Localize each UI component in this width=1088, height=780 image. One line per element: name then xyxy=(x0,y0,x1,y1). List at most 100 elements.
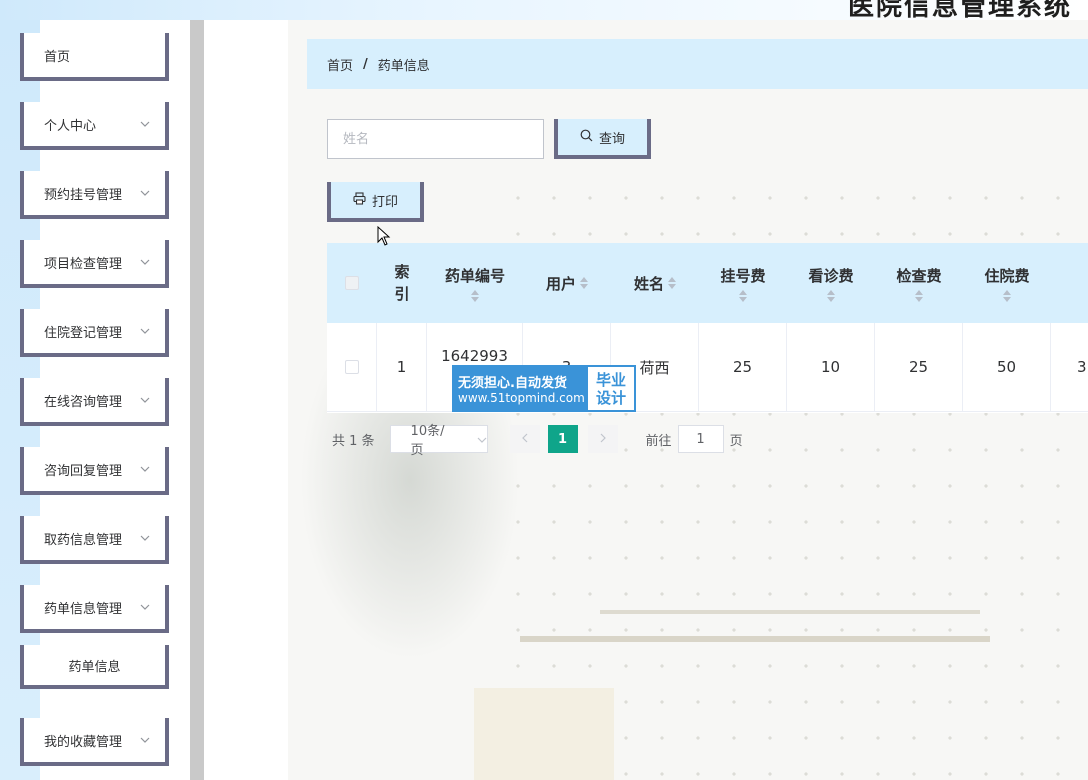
column-header-label: 检查费 xyxy=(896,266,942,285)
column-header-registration-fee[interactable]: 挂号费 xyxy=(699,243,787,323)
sidebar-subitem-prescription-info[interactable]: 药单信息 xyxy=(20,645,169,689)
column-header-label: 姓名 xyxy=(633,274,664,293)
breadcrumb-separator: / xyxy=(363,56,368,72)
sidebar-item-label: 项目检查管理 xyxy=(44,256,123,272)
watermark-right-top: 毕业 xyxy=(595,370,626,389)
header-select-all[interactable] xyxy=(327,243,377,323)
sidebar-gutter xyxy=(204,20,288,780)
column-header-label: 药单编号 xyxy=(444,266,505,285)
sort-icon[interactable] xyxy=(1003,289,1011,302)
top-header: 医院信息管理系统 xyxy=(0,0,1088,22)
sort-icon[interactable] xyxy=(471,289,479,302)
sort-icon[interactable] xyxy=(915,289,923,302)
column-header-label: 住院费 xyxy=(984,266,1030,285)
watermark-line1: 无须担心.自动发货 xyxy=(458,376,567,391)
column-header-index: 索 引 xyxy=(394,263,410,303)
chevron-down-icon xyxy=(137,116,153,132)
pagination-total: 共 1 条 xyxy=(332,433,375,449)
sidebar-item-favorites[interactable]: 我的收藏管理 xyxy=(20,718,169,766)
sidebar-item-label: 个人中心 xyxy=(44,118,97,134)
pagination: 共 1 条 10条/页 1 前往 页 xyxy=(332,424,743,458)
sidebar-item-admission[interactable]: 住院登记管理 xyxy=(20,309,169,357)
page-suffix: 页 xyxy=(729,433,743,449)
sidebar-item-label: 住院登记管理 xyxy=(44,325,123,341)
breadcrumb-current: 药单信息 xyxy=(377,58,430,74)
chevron-down-icon xyxy=(137,392,153,408)
cell-exam-fee: 25 xyxy=(875,323,963,411)
column-header-user[interactable]: 用户 xyxy=(523,243,611,323)
cell-registration-fee: 25 xyxy=(699,323,787,411)
column-header-name[interactable]: 姓名 xyxy=(611,243,699,323)
watermark-badge: 无须担心.自动发货 www.51topmind.com 毕业 设计 xyxy=(452,365,636,412)
page-size-select[interactable]: 10条/页 xyxy=(389,424,488,458)
watermark-right-bottom: 设计 xyxy=(595,388,626,407)
breadcrumb: 首页 / 药单信息 xyxy=(307,39,1088,89)
sidebar-item-pickup[interactable]: 取药信息管理 xyxy=(20,516,169,564)
chevron-down-icon xyxy=(137,599,153,615)
sidebar-item-label: 在线咨询管理 xyxy=(44,394,123,410)
sidebar-item-label: 首页 xyxy=(44,49,71,65)
goto-page-input[interactable] xyxy=(677,425,724,453)
shelf-decoration xyxy=(600,610,980,614)
row-select-cell[interactable] xyxy=(327,323,377,411)
search-button[interactable]: 查询 xyxy=(554,119,651,159)
cell-medicine-fee: 3 xyxy=(1051,323,1088,411)
goto-label: 前往 xyxy=(645,433,672,449)
column-header-medicine-fee[interactable]: 药 xyxy=(1051,243,1088,323)
chevron-down-icon xyxy=(137,323,153,339)
column-header-label: 挂号费 xyxy=(720,266,766,285)
print-button-label: 打印 xyxy=(371,194,398,210)
sidebar-item-prescription[interactable]: 药单信息管理 xyxy=(20,585,169,633)
printer-icon xyxy=(353,191,366,209)
column-header-exam-fee[interactable]: 检查费 xyxy=(875,243,963,323)
sidebar-item-label: 我的收藏管理 xyxy=(44,734,123,750)
sort-icon[interactable] xyxy=(580,277,588,289)
sort-icon[interactable] xyxy=(739,289,747,302)
sidebar-item-label: 预约挂号管理 xyxy=(44,187,123,203)
current-page-button[interactable]: 1 xyxy=(547,425,578,453)
column-header-consultation-fee[interactable]: 看诊费 xyxy=(787,243,875,323)
next-page-button[interactable] xyxy=(587,425,618,453)
search-button-label: 查询 xyxy=(598,131,625,147)
shelf-decoration xyxy=(520,636,990,642)
chevron-down-icon xyxy=(137,254,153,270)
cell-consultation-fee: 10 xyxy=(787,323,875,411)
select-all-checkbox[interactable] xyxy=(345,276,359,290)
sidebar-item-home[interactable]: 首页 xyxy=(20,33,169,81)
sidebar-item-label: 取药信息管理 xyxy=(44,532,123,548)
sidebar-item-label: 药单信息管理 xyxy=(44,601,123,617)
name-search-input[interactable] xyxy=(327,119,544,159)
table-row: 1 1642993 3 3 荷西 25 10 25 50 3 xyxy=(327,323,1088,412)
chevron-down-icon xyxy=(137,530,153,546)
sidebar-subitem-label: 药单信息 xyxy=(68,659,121,675)
pot-decoration xyxy=(474,688,614,780)
column-header-hospital-fee[interactable]: 住院费 xyxy=(963,243,1051,323)
cell-index: 1 xyxy=(377,323,427,411)
row-checkbox[interactable] xyxy=(344,360,359,374)
prev-page-button[interactable] xyxy=(509,425,540,453)
sidebar-item-consult-reply[interactable]: 咨询回复管理 xyxy=(20,447,169,495)
sidebar-item-exam[interactable]: 项目检查管理 xyxy=(20,240,169,288)
chevron-down-icon xyxy=(137,732,153,748)
print-button[interactable]: 打印 xyxy=(327,182,424,222)
chevron-left-icon xyxy=(521,432,528,447)
sidebar-item-online-consult[interactable]: 在线咨询管理 xyxy=(20,378,169,426)
prescription-table: 索 引 药单编号 用户 姓名 挂号费 看诊费 检查费 住院费 1 1642993… xyxy=(327,243,1088,413)
mouse-cursor-icon xyxy=(377,225,391,250)
watermark-text-block: 无须担心.自动发货 www.51topmind.com xyxy=(452,365,586,412)
chevron-down-icon xyxy=(477,432,487,447)
cell-hospital-fee: 50 xyxy=(963,323,1051,411)
chevron-right-icon xyxy=(600,432,606,447)
table-header: 索 引 药单编号 用户 姓名 挂号费 看诊费 检查费 住院费 xyxy=(327,243,1088,323)
watermark-label-block: 毕业 设计 xyxy=(586,365,636,412)
column-header-code[interactable]: 药单编号 xyxy=(427,243,523,323)
watermark-line2: www.51topmind.com xyxy=(458,391,585,405)
sidebar-item-personal-center[interactable]: 个人中心 xyxy=(20,102,169,150)
sidebar-item-label: 咨询回复管理 xyxy=(44,463,123,479)
sort-icon[interactable] xyxy=(668,277,676,289)
sort-icon[interactable] xyxy=(827,289,835,302)
sidebar-item-appointment[interactable]: 预约挂号管理 xyxy=(20,171,169,219)
breadcrumb-home[interactable]: 首页 xyxy=(327,55,353,74)
column-header-label: 用户 xyxy=(545,274,576,293)
search-icon xyxy=(580,129,593,146)
